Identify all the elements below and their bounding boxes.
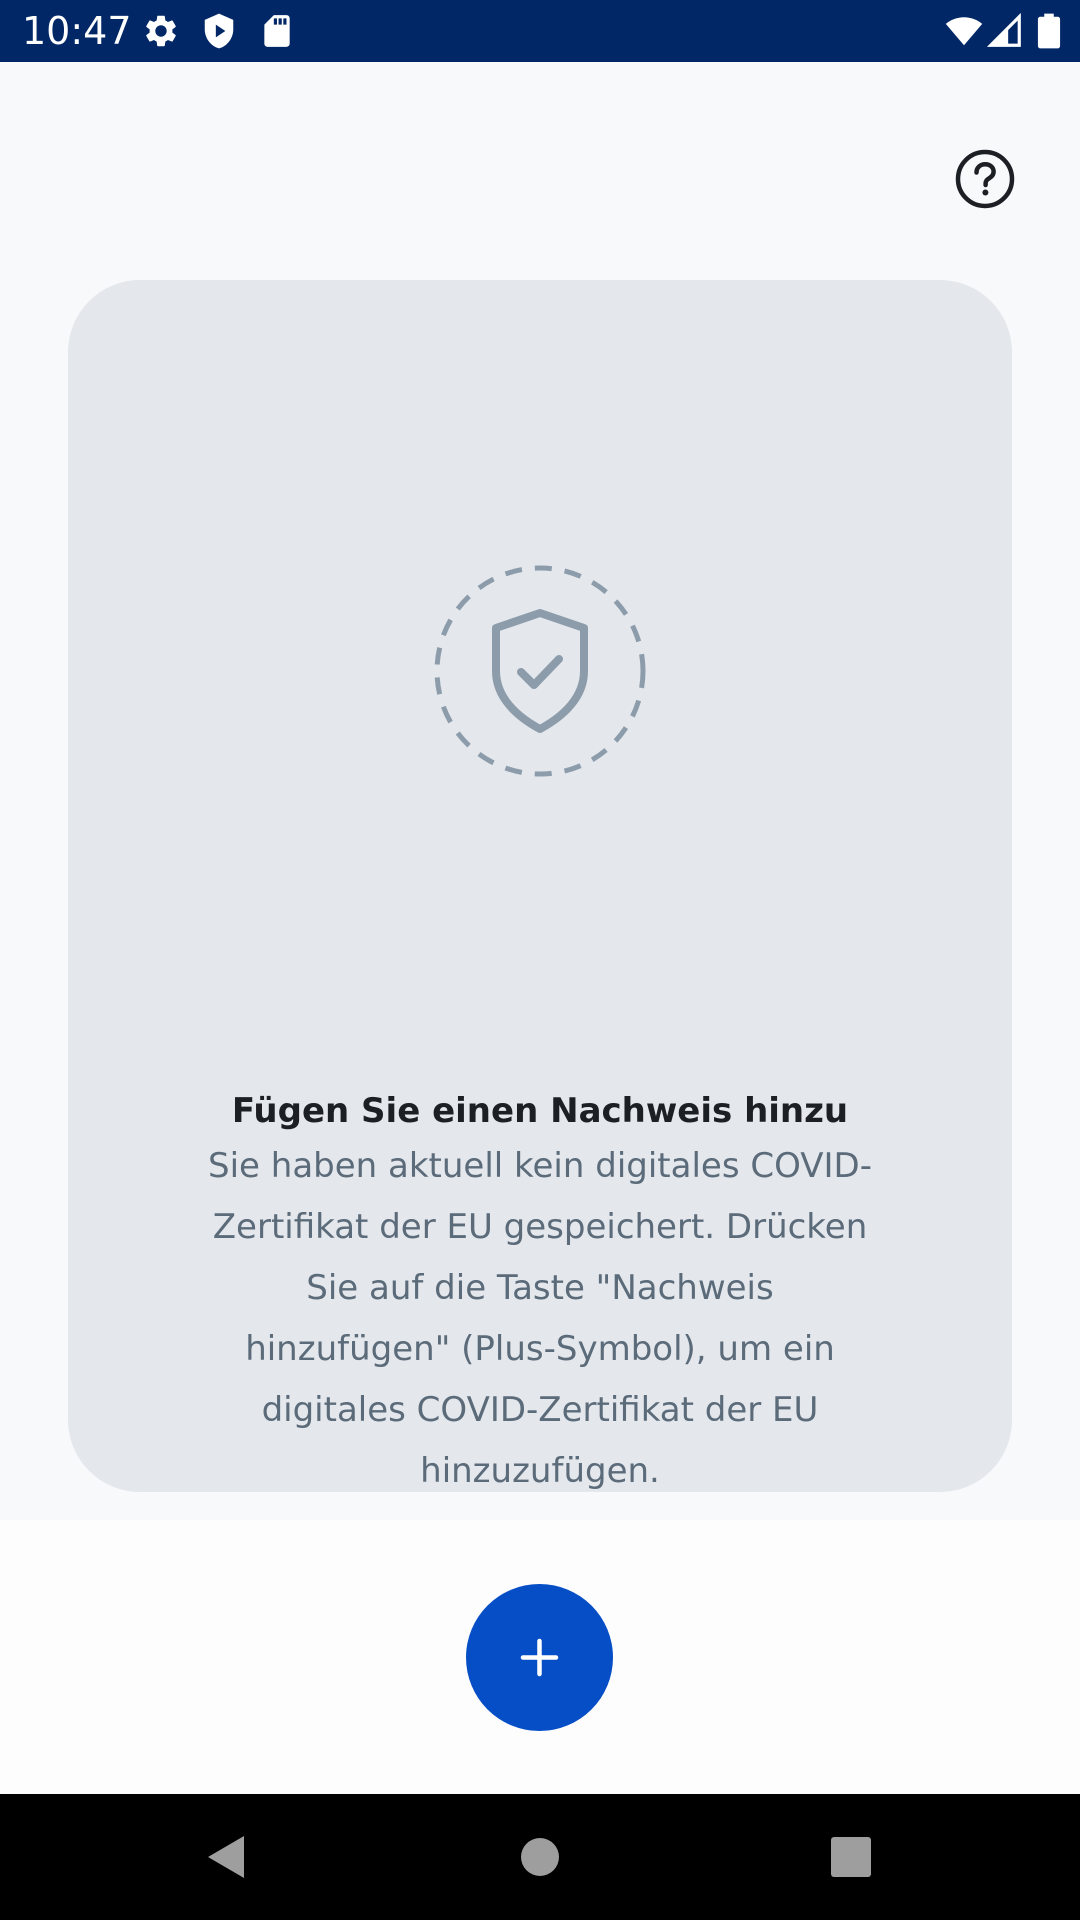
cell-signal-icon — [986, 12, 1024, 50]
empty-state-description: Sie haben aktuell kein digitales COVID-Z… — [208, 1146, 872, 1491]
add-certificate-button[interactable] — [466, 1584, 613, 1731]
status-time: 10:47 — [22, 9, 132, 53]
help-button[interactable] — [955, 149, 1015, 209]
shield-check-icon — [432, 563, 648, 779]
plus-icon — [520, 1638, 559, 1677]
battery-icon — [1036, 12, 1062, 50]
app-screen: 10:47 Fügen Sie einen Nachweis hinzu Sie… — [0, 0, 1080, 1920]
back-icon — [208, 1836, 244, 1878]
home-icon — [521, 1838, 559, 1876]
shield-play-icon — [200, 12, 238, 50]
help-circle-icon — [955, 149, 1015, 209]
sd-card-icon — [258, 12, 296, 50]
wifi-icon — [942, 12, 986, 50]
settings-icon — [142, 12, 180, 50]
recents-button[interactable] — [816, 1822, 886, 1892]
system-navigation-bar — [0, 1794, 1080, 1920]
empty-state-title: Fügen Sie einen Nachweis hinzu — [231, 1091, 849, 1131]
home-button[interactable] — [505, 1822, 575, 1892]
empty-state-card: Fügen Sie einen Nachweis hinzu Sie haben… — [68, 280, 1012, 1492]
status-bar: 10:47 — [0, 0, 1080, 62]
back-button[interactable] — [192, 1822, 262, 1892]
recents-icon — [831, 1837, 871, 1877]
